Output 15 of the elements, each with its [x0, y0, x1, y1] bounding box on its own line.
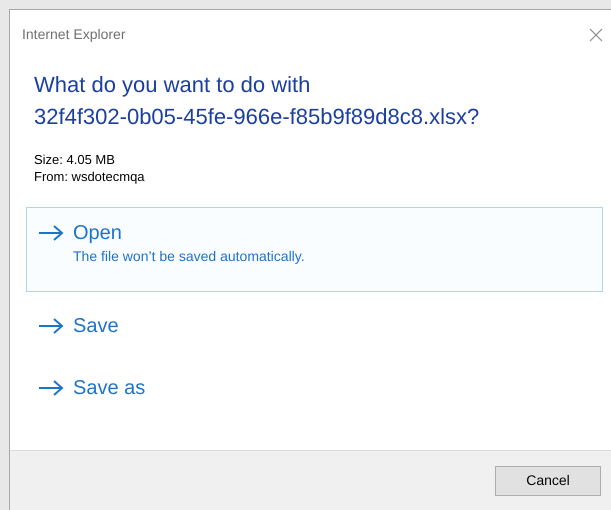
dialog-heading: 32f4f302-0b05-45fe-966e-f85b9f89d8c8.xlsx? — [34, 103, 480, 131]
arrow-icon — [37, 317, 65, 335]
window-title: Internet Explorer — [22, 25, 126, 44]
option-description: The file won’t be saved automatically. — [73, 247, 305, 266]
arrow-icon — [37, 224, 65, 242]
close-icon[interactable] — [589, 28, 603, 42]
arrow-icon — [37, 379, 65, 397]
option-button[interactable]: Open The file won’t be saved automatically. — [26, 207, 603, 292]
option-label: Open — [73, 221, 123, 246]
file-detail: Size: 4.05 MB — [34, 151, 116, 168]
file-detail: From: wsdotecmqa — [34, 168, 146, 185]
dialog-heading: What do you want to do with — [34, 71, 312, 99]
option-label: Save as — [73, 376, 146, 401]
option-label: Save — [73, 314, 119, 339]
cancel-button[interactable]: Cancel — [495, 466, 601, 496]
